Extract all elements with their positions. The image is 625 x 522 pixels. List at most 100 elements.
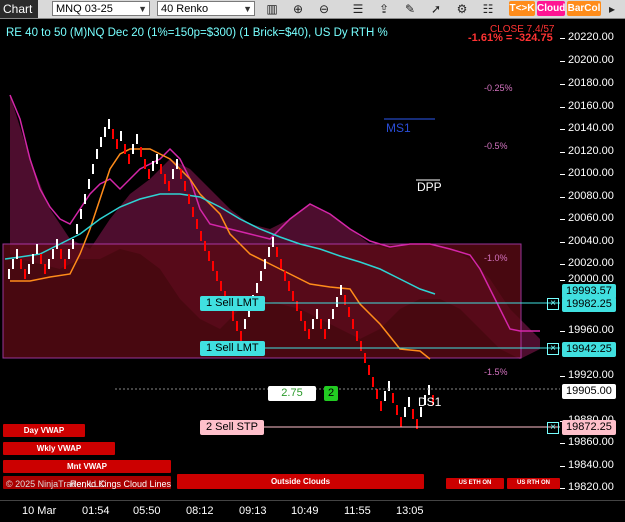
renko-brick <box>392 393 394 403</box>
tk-toggle-button[interactable]: T<>K <box>509 1 535 16</box>
renko-brick <box>208 251 210 261</box>
renko-brick <box>196 219 198 229</box>
renko-brick <box>20 259 22 269</box>
renko-brick <box>212 261 214 271</box>
time-tick: 11:55 <box>344 505 371 517</box>
renko-brick <box>408 397 410 407</box>
renko-brick <box>116 139 118 149</box>
renko-brick <box>8 269 10 279</box>
renko-brick <box>44 264 46 274</box>
chart-toolbar: Chart MNQ 03-25 ▼ 40 Renko ▼ ▥ ⊕ ⊖ ☰ ⇪ ✎… <box>0 0 625 19</box>
renko-brick <box>144 159 146 169</box>
more-icon[interactable]: ▸ <box>604 1 620 17</box>
renko-brick <box>128 154 130 164</box>
order-label-stp[interactable]: 2 Sell STP <box>200 420 264 435</box>
renko-brick <box>412 409 414 419</box>
outside-clouds-button[interactable]: Outside Clouds <box>177 474 424 489</box>
position-pnl: 2.75 <box>268 386 316 401</box>
renko-brick <box>200 231 202 241</box>
renko-brick <box>112 129 114 139</box>
time-tick: 08:12 <box>186 505 214 517</box>
price-axis[interactable]: 20220.00 20200.00 20180.00 20160.00 2014… <box>560 19 625 500</box>
renko-brick <box>204 241 206 251</box>
pct-label-1: -1.0% <box>484 253 508 263</box>
price-tick: 20100.00 <box>560 167 614 179</box>
renko-brick <box>304 321 306 331</box>
price-tick: 20080.00 <box>560 190 614 202</box>
zoom-out-icon[interactable]: ⊖ <box>316 1 332 17</box>
renko-brick <box>12 259 14 269</box>
barcol-toggle-button[interactable]: BarCol <box>567 1 601 16</box>
renko-brick <box>152 161 154 171</box>
mnt-vwap-button[interactable]: Mnt VWAP <box>3 460 171 473</box>
renko-brick <box>308 329 310 339</box>
price-tick: 20120.00 <box>560 145 614 157</box>
ms1-label: MS1 <box>386 121 411 135</box>
price-tick: 19920.00 <box>560 369 614 381</box>
renko-brick <box>188 194 190 204</box>
strategy-icon[interactable]: ⚙ <box>454 1 470 17</box>
renko-brick <box>244 319 246 329</box>
price-tick: 19960.00 <box>560 324 614 336</box>
renko-brick <box>100 137 102 147</box>
price-tick: 19820.00 <box>560 481 614 493</box>
wkly-vwap-button[interactable]: Wkly VWAP <box>3 442 115 455</box>
pct-label-025: -0.25% <box>484 83 513 93</box>
renko-brick <box>80 209 82 219</box>
time-axis[interactable]: 10 Mar 01:54 05:50 08:12 09:13 10:49 11:… <box>0 500 625 522</box>
renko-brick <box>372 377 374 387</box>
zoom-in-icon[interactable]: ⊕ <box>290 1 306 17</box>
instrument-selector[interactable]: MNQ 03-25 ▼ <box>52 1 150 16</box>
day-vwap-button[interactable]: Day VWAP <box>3 424 85 437</box>
pen-icon[interactable]: ✎ <box>402 1 418 17</box>
renko-brick <box>72 239 74 249</box>
us-eth-on-button[interactable]: US ETH ON <box>446 478 504 489</box>
order-label-lmt-b[interactable]: 1 Sell LMT <box>200 341 265 356</box>
properties-icon[interactable]: ☰ <box>350 1 366 17</box>
list-icon[interactable]: ☷ <box>480 1 496 17</box>
renko-brick <box>84 194 86 204</box>
price-tick: 20040.00 <box>560 235 614 247</box>
renko-brick <box>284 271 286 281</box>
renko-brick <box>428 385 430 395</box>
bars-icon[interactable]: ▥ <box>264 1 280 17</box>
pct-label-05: -0.5% <box>484 141 508 151</box>
close-order-icon[interactable]: × <box>547 422 559 434</box>
price-tick: 19840.00 <box>560 459 614 471</box>
us-rth-on-button[interactable]: US RTH ON <box>507 478 560 489</box>
draw-icon[interactable]: ⇪ <box>376 1 392 17</box>
renko-brick <box>96 149 98 159</box>
price-box-lmt-a: 19982.25 <box>562 297 616 312</box>
renko-brick <box>256 283 258 293</box>
renko-brick <box>332 309 334 319</box>
price-tick: 20020.00 <box>560 257 614 269</box>
renko-brick <box>300 311 302 321</box>
period-selector[interactable]: 40 Renko ▼ <box>157 1 255 16</box>
renko-brick <box>156 154 158 164</box>
close-order-icon[interactable]: × <box>547 298 559 310</box>
renko-brick <box>184 181 186 191</box>
renko-brick <box>272 237 274 247</box>
cloud-toggle-button[interactable]: Cloud <box>537 1 565 16</box>
price-tick: 20180.00 <box>560 77 614 89</box>
pointer-icon[interactable]: ➚ <box>428 1 444 17</box>
time-tick: 01:54 <box>82 505 110 517</box>
pct-label-15: -1.5% <box>484 367 508 377</box>
close-order-icon[interactable]: × <box>547 343 559 355</box>
price-box-stp: 19872.25 <box>562 420 616 435</box>
renko-brick <box>108 119 110 129</box>
chart-window-label: Chart <box>0 0 38 18</box>
ds1-label: DS1 <box>418 395 442 409</box>
position-qty[interactable]: 2 <box>324 386 338 401</box>
instrument-value: MNQ 03-25 <box>56 3 113 15</box>
order-label-lmt-a[interactable]: 1 Sell LMT <box>200 296 265 311</box>
renko-brick <box>320 319 322 329</box>
renko-brick <box>52 249 54 259</box>
dpp-label: DPP <box>417 180 442 194</box>
renko-brick <box>160 164 162 174</box>
renko-brick <box>340 285 342 295</box>
renko-brick <box>400 417 402 427</box>
price-box-last: 19905.00 <box>562 384 616 399</box>
price-tick: 20200.00 <box>560 54 614 66</box>
chart-panel[interactable]: RE 40 to 50 (M)NQ Dec 20 (1%=150p=$300) … <box>0 19 560 500</box>
